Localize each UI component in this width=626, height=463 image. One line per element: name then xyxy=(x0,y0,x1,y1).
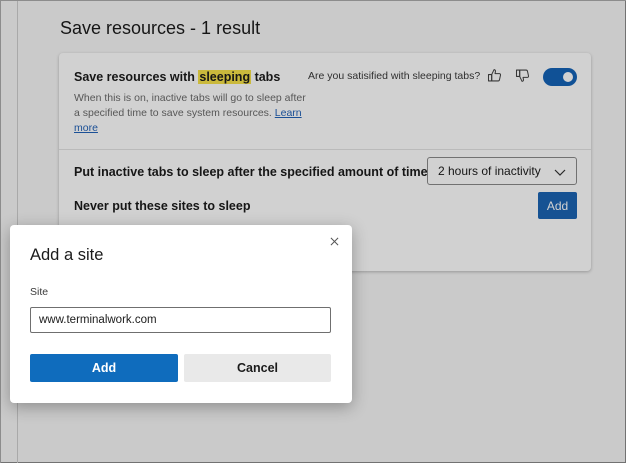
dialog-title: Add a site xyxy=(30,246,104,264)
dialog-add-button[interactable]: Add xyxy=(30,354,178,382)
add-site-dialog: Add a site Site Add Cancel xyxy=(10,225,352,403)
close-icon[interactable] xyxy=(328,235,340,247)
dialog-cancel-button[interactable]: Cancel xyxy=(184,354,331,382)
site-field-label: Site xyxy=(30,286,49,298)
settings-page: Save resources - 1 result Save resources… xyxy=(0,0,626,463)
site-input[interactable] xyxy=(30,307,331,333)
